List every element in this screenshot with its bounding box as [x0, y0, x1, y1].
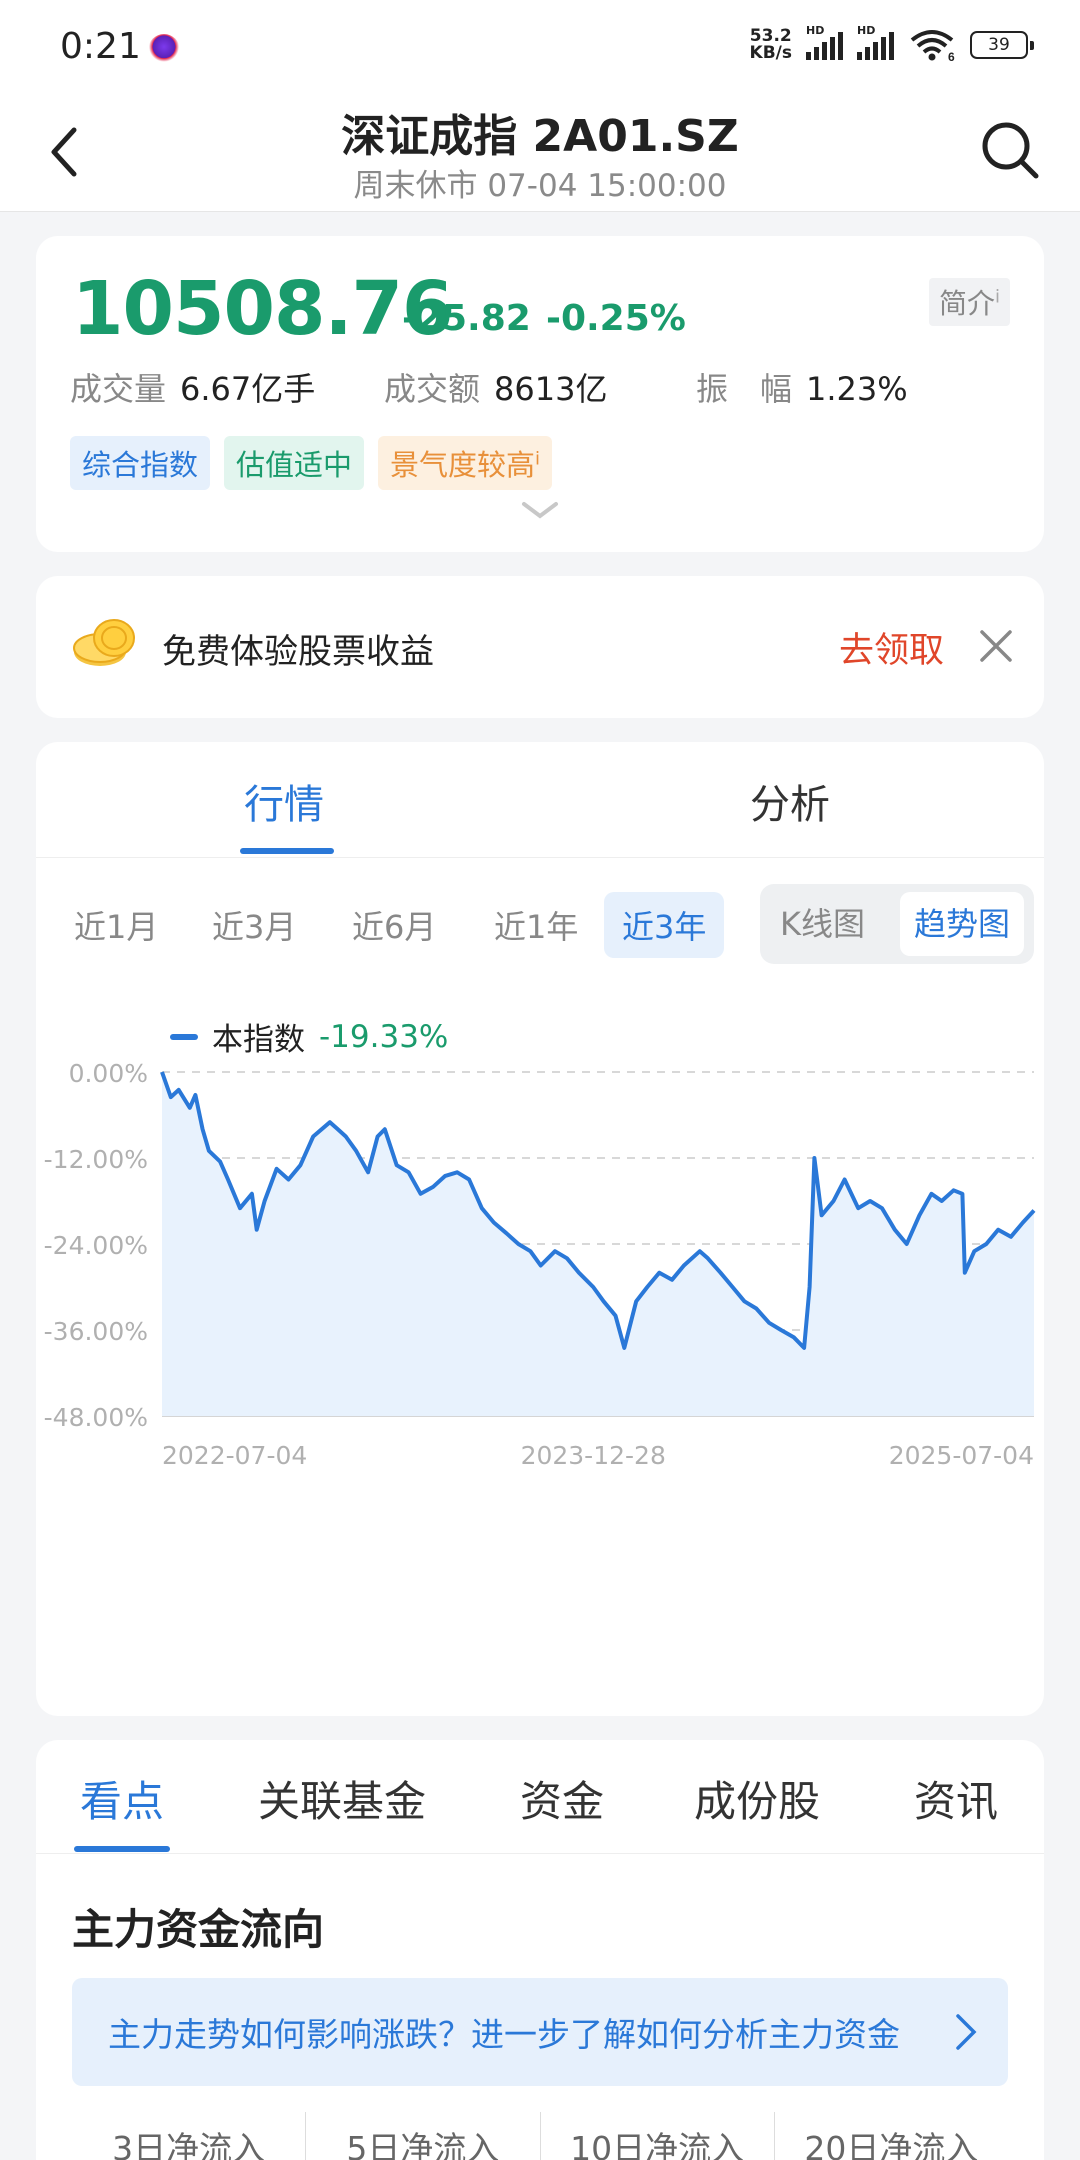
status-icons: 53.2 KB/s HD HD 6 39 — [749, 24, 1034, 63]
chart-type-toggle: K线图 趋势图 — [760, 884, 1034, 964]
tag-prosperity[interactable]: 景气度较高i — [378, 436, 553, 490]
search-icon[interactable] — [974, 114, 1044, 184]
tab-market[interactable]: 行情 — [244, 772, 324, 830]
active-tab-indicator — [74, 1846, 170, 1852]
legend-series-name: 本指数 — [212, 1022, 305, 1058]
quote-card: 10508.76 -25.82 -0.25% 简介i 成交量 6.67亿手 成交额… — [36, 236, 1044, 552]
svg-text:6: 6 — [948, 50, 955, 62]
section-title: 主力资金流向 — [72, 1905, 325, 1954]
tab-related-funds[interactable]: 关联基金 — [258, 1768, 426, 1829]
intro-button[interactable]: 简介i — [928, 278, 1010, 326]
top-nav-bar: 深证成指 2A01.SZ 周末休市 07-04 15:00:00 — [0, 92, 1080, 212]
inflow-10d[interactable]: 10日净流入 — [541, 2112, 775, 2160]
banner-text: 主力走势如何影响涨跌？进一步了解如何分析主力资金 — [108, 2015, 900, 2054]
stat-amplitude: 振 幅 1.23% — [696, 370, 908, 408]
signal-icon: HD — [857, 24, 894, 60]
legend-line-icon — [170, 1033, 198, 1040]
signal-icon: HD — [806, 24, 843, 60]
legend-series-change: -19.33% — [319, 1018, 449, 1055]
close-icon[interactable] — [976, 626, 1016, 666]
promo-card[interactable]: 免费体验股票收益 去领取 — [36, 576, 1044, 718]
chevron-down-icon[interactable] — [520, 498, 560, 522]
chart-legend: 本指数 -19.33% — [170, 1014, 448, 1059]
detail-tabs: 看点 关联基金 资金 成份股 资讯 — [36, 1740, 1044, 1854]
price-change: -25.82 — [402, 298, 531, 339]
chart-tabs: 行情 分析 — [36, 742, 1044, 858]
info-icon: i — [535, 448, 541, 470]
trend-chart[interactable]: 0.00% -12.00% -24.00% -36.00% -48.00% 2022-07… — [36, 1062, 1044, 1682]
index-price: 10508.76 — [72, 266, 454, 352]
wifi-icon: 6 — [910, 30, 955, 62]
tag-list: 综合指数 估值适中 景气度较高i — [70, 436, 553, 490]
range-selector: 近1月 近3月 近6月 近1年 近3年 K线图 趋势图 — [36, 880, 1044, 964]
range-3y[interactable]: 近3年 — [604, 892, 725, 958]
range-1y[interactable]: 近1年 — [476, 892, 596, 958]
network-speed: 53.2 KB/s — [749, 26, 792, 63]
chevron-right-icon — [956, 2014, 977, 2050]
x-tick-label: 2025-07-04 — [889, 1441, 1034, 1470]
info-icon: i — [994, 286, 1000, 308]
gold-coin-icon — [73, 619, 135, 666]
trend-button[interactable]: 趋势图 — [900, 892, 1025, 956]
y-tick-label: -24.00% — [44, 1231, 148, 1260]
tab-analysis[interactable]: 分析 — [750, 772, 830, 830]
tab-capital[interactable]: 资金 — [520, 1768, 604, 1829]
active-tab-indicator — [240, 848, 334, 854]
x-tick-label: 2023-12-28 — [521, 1441, 666, 1470]
page-title: 深证成指 2A01.SZ — [341, 111, 739, 162]
range-3m[interactable]: 近3月 — [194, 892, 314, 958]
y-tick-label: -36.00% — [44, 1317, 148, 1346]
detail-card: 看点 关联基金 资金 成份股 资讯 主力资金流向 主力走势如何影响涨跌？进一步了… — [36, 1740, 1044, 2160]
kline-button[interactable]: K线图 — [766, 892, 879, 956]
stat-volume: 成交量 6.67亿手 — [70, 370, 316, 408]
tab-highlights[interactable]: 看点 — [80, 1768, 164, 1829]
price-change-percent: -0.25% — [546, 298, 686, 339]
tag-valuation[interactable]: 估值适中 — [224, 436, 365, 490]
tag-index-type[interactable]: 综合指数 — [70, 436, 211, 490]
app-notification-icon — [148, 34, 180, 66]
range-6m[interactable]: 近6月 — [334, 892, 454, 958]
claim-button[interactable]: 去领取 — [839, 622, 944, 673]
chart-card: 行情 分析 近1月 近3月 近6月 近1年 近3年 K线图 趋势图 本指数 -1… — [36, 742, 1044, 1716]
inflow-3d[interactable]: 3日净流入 — [72, 2112, 307, 2160]
stat-turnover: 成交额 8613亿 — [384, 370, 608, 408]
clock: 0:21 — [60, 26, 141, 67]
market-status: 周末休市 07-04 15:00:00 — [353, 168, 727, 204]
inflow-20d[interactable]: 20日净流入 — [775, 2112, 1008, 2160]
inflow-5d[interactable]: 5日净流入 — [306, 2112, 541, 2160]
y-tick-label: 0.00% — [69, 1062, 148, 1088]
capital-guide-banner[interactable]: 主力走势如何影响涨跌？进一步了解如何分析主力资金 — [72, 1978, 1008, 2086]
status-bar: 0:21 53.2 KB/s HD HD 6 39 — [0, 0, 1080, 92]
tab-news[interactable]: 资讯 — [914, 1768, 998, 1829]
y-tick-label: -12.00% — [44, 1145, 148, 1174]
promo-text: 免费体验股票收益 — [162, 632, 434, 672]
battery-icon: 39 — [970, 31, 1034, 59]
net-inflow-tabs: 3日净流入 5日净流入 10日净流入 20日净流入 — [72, 2112, 1008, 2160]
range-1m[interactable]: 近1月 — [56, 892, 176, 958]
x-tick-label: 2022-07-04 — [162, 1441, 307, 1470]
tab-constituents[interactable]: 成份股 — [694, 1768, 820, 1829]
y-tick-label: -48.00% — [44, 1403, 148, 1432]
